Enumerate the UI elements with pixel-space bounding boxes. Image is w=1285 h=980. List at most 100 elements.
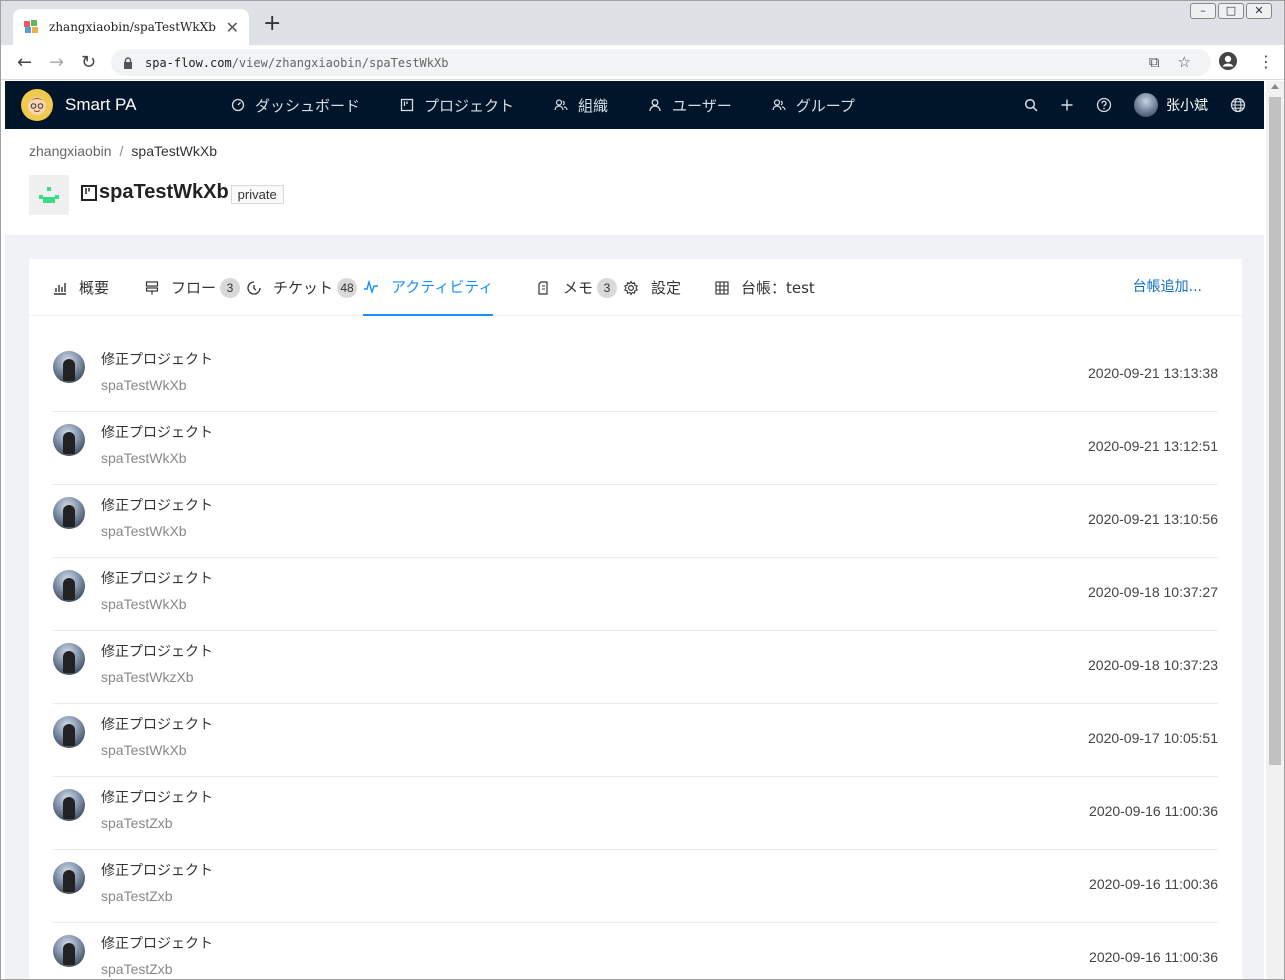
breadcrumb: zhangxiaobin / spaTestWkXb — [29, 143, 217, 159]
activity-timestamp: 2020-09-21 13:12:51 — [1088, 438, 1218, 454]
tab-ticket-label: チケット — [273, 279, 334, 297]
table-icon — [715, 280, 729, 295]
browser-tab-title: zhangxiaobin/spaTestWkXb — [49, 20, 216, 34]
activity-row[interactable]: 修正プロジェクト spaTestZxb 2020-09-16 11:00:36 — [53, 923, 1218, 979]
new-tab-button[interactable]: + — [263, 13, 281, 35]
maximize-button[interactable]: □ — [1218, 3, 1244, 19]
project-type-icon — [81, 184, 97, 201]
header-actions: 张小斌 — [1024, 81, 1246, 129]
activity-row[interactable]: 修正プロジェクト spaTestZxb 2020-09-16 11:00:36 — [53, 850, 1218, 923]
back-arrow-icon[interactable]: ← — [17, 52, 32, 73]
toolbar-right: ⋮ — [1218, 51, 1274, 71]
scroll-up-arrow-icon[interactable] — [1271, 84, 1279, 89]
nav-project[interactable]: プロジェクト — [400, 95, 514, 116]
nav-group[interactable]: グループ — [772, 95, 855, 116]
breadcrumb-project: spaTestWkXb — [131, 143, 217, 159]
activity-row[interactable]: 修正プロジェクト spaTestWkXb 2020-09-21 13:13:38 — [53, 339, 1218, 412]
browser-toolbar: ← → ↻ spa-flow.com/view/zhangxiaobin/spa… — [1, 45, 1284, 80]
activity-user-avatar — [53, 424, 85, 456]
user-avatar — [1134, 93, 1158, 117]
tab-overview[interactable]: 概要 — [53, 259, 109, 316]
tab-ticket[interactable]: チケット 48 — [247, 259, 358, 316]
project-name: spaTestWkXb — [99, 181, 229, 203]
activity-project[interactable]: spaTestZxb — [101, 888, 173, 904]
activity-row[interactable]: 修正プロジェクト spaTestWkXb 2020-09-18 10:37:27 — [53, 558, 1218, 631]
memo-icon — [538, 280, 548, 295]
dashboard-icon — [231, 98, 245, 112]
activity-project[interactable]: spaTestWkXb — [101, 377, 187, 393]
page-header: zhangxiaobin / spaTestWkXb spaTestWkXb pri… — [5, 129, 1264, 235]
page-scrollbar[interactable] — [1266, 81, 1284, 979]
nav-dashboard[interactable]: ダッシュボード — [231, 95, 360, 116]
activity-title: 修正プロジェクト — [101, 425, 213, 441]
nav-user[interactable]: ユーザー — [648, 95, 732, 116]
address-bar[interactable]: spa-flow.com/view/zhangxiaobin/spaTestWk… — [111, 49, 1211, 76]
browser-tab[interactable]: zhangxiaobin/spaTestWkXb ✕ — [13, 9, 249, 45]
search-icon[interactable] — [1024, 98, 1038, 112]
nav-organization-label: 組織 — [578, 96, 609, 115]
add-ledger-link[interactable]: 台帳追加... — [1133, 259, 1202, 316]
tab-ledger-label: 台帳：test — [741, 279, 815, 297]
activity-project[interactable]: spaTestWkXb — [101, 523, 187, 539]
activity-title: 修正プロジェクト — [101, 790, 213, 806]
tab-activity[interactable]: アクティビティ — [363, 259, 494, 316]
scrollbar-thumb[interactable] — [1269, 97, 1281, 765]
help-icon[interactable] — [1096, 97, 1112, 113]
activity-user-avatar — [53, 935, 85, 967]
activity-row[interactable]: 修正プロジェクト spaTestWkXb 2020-09-21 13:10:56 — [53, 485, 1218, 558]
globe-icon[interactable] — [1230, 97, 1246, 113]
activity-project[interactable]: spaTestWkzXb — [101, 669, 194, 685]
tab-settings-label: 設定 — [651, 279, 682, 297]
profile-icon[interactable] — [1218, 51, 1238, 71]
app-logo[interactable] — [21, 89, 53, 121]
activity-project[interactable]: spaTestZxb — [101, 815, 173, 831]
activity-row[interactable]: 修正プロジェクト spaTestZxb 2020-09-16 11:00:36 — [53, 777, 1218, 850]
activity-project[interactable]: spaTestWkXb — [101, 742, 187, 758]
activity-title: 修正プロジェクト — [101, 498, 213, 514]
nav-dashboard-label: ダッシュボード — [255, 96, 361, 115]
project-title: spaTestWkXb private — [81, 181, 284, 204]
tab-flow[interactable]: フロー 3 — [145, 259, 241, 316]
tab-settings[interactable]: 設定 — [623, 259, 681, 316]
tab-activity-label: アクティビティ — [391, 278, 494, 296]
bookmark-star-icon[interactable]: ☆ — [1178, 53, 1191, 71]
activity-title: 修正プロジェクト — [101, 644, 213, 660]
project-tabs: 概要 フロー 3 チケット 48 アクティビティ メモ 3 設定 台帳：test… — [29, 259, 1242, 316]
nav-group-label: グループ — [795, 96, 855, 115]
nav-user-label: ユーザー — [672, 96, 732, 115]
activity-project[interactable]: spaTestWkXb — [101, 596, 187, 612]
app-name[interactable]: Smart PA — [65, 95, 136, 115]
activity-row[interactable]: 修正プロジェクト spaTestWkXb 2020-09-21 13:12:51 — [53, 412, 1218, 485]
minimize-button[interactable]: – — [1190, 3, 1216, 19]
translate-icon[interactable]: ⧉ — [1149, 53, 1160, 71]
reload-icon[interactable]: ↻ — [81, 52, 96, 73]
activity-project[interactable]: spaTestWkXb — [101, 450, 187, 466]
activity-user-avatar — [53, 643, 85, 675]
activity-row[interactable]: 修正プロジェクト spaTestWkzXb 2020-09-18 10:37:23 — [53, 631, 1218, 704]
project-icon — [400, 98, 414, 112]
breadcrumb-owner[interactable]: zhangxiaobin — [29, 143, 112, 159]
tab-ledger-test[interactable]: 台帳：test — [715, 259, 815, 316]
user-menu[interactable]: 张小斌 — [1134, 93, 1208, 117]
activity-project[interactable]: spaTestZxb — [101, 961, 173, 977]
activity-timestamp: 2020-09-16 11:00:36 — [1089, 949, 1218, 965]
window-controls: – □ ✕ — [1190, 3, 1272, 19]
tab-memo[interactable]: メモ 3 — [537, 259, 618, 316]
tab-memo-label: メモ — [563, 279, 594, 297]
plus-icon[interactable] — [1060, 98, 1074, 112]
gear-icon — [623, 279, 639, 296]
activity-icon — [364, 279, 378, 294]
close-tab-icon[interactable]: ✕ — [226, 18, 239, 37]
nav-organization[interactable]: 組織 — [554, 95, 608, 116]
activity-timestamp: 2020-09-21 13:13:38 — [1088, 365, 1218, 381]
breadcrumb-separator: / — [119, 143, 124, 159]
tab-ticket-count: 48 — [337, 277, 358, 298]
activity-row[interactable]: 修正プロジェクト spaTestWkXb 2020-09-17 10:05:51 — [53, 704, 1218, 777]
project-identicon-icon — [39, 187, 59, 203]
ticket-icon — [247, 280, 261, 295]
browser-menu-icon[interactable]: ⋮ — [1258, 52, 1274, 71]
url-host: spa-flow.com — [145, 55, 232, 70]
forward-arrow-icon[interactable]: → — [49, 52, 64, 73]
close-window-button[interactable]: ✕ — [1246, 3, 1272, 19]
main-nav: ダッシュボード プロジェクト 組織 ユーザー グループ — [231, 81, 895, 129]
